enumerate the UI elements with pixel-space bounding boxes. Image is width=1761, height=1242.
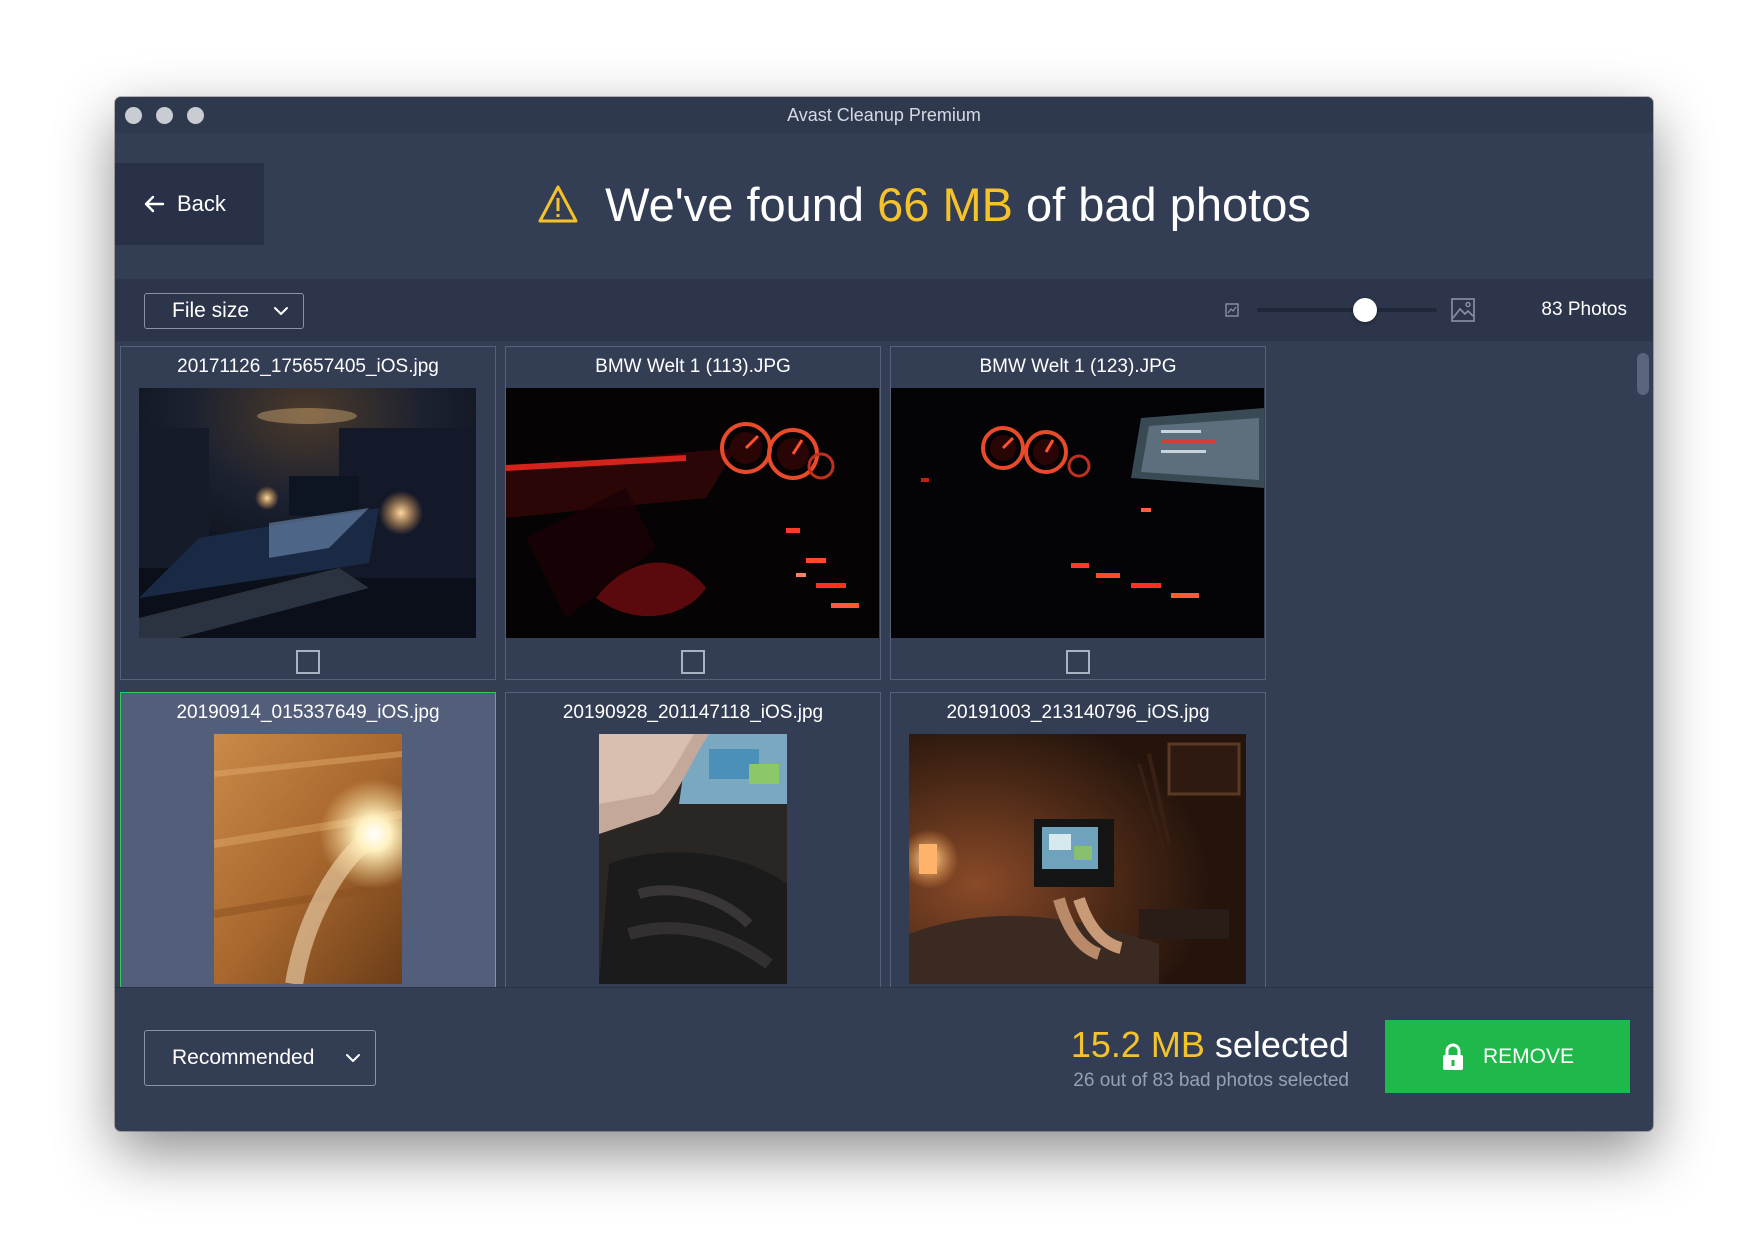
photo-card[interactable]: 20190928_201147118_iOS.jpg	[505, 692, 881, 987]
headline-amount: 66 MB	[877, 177, 1013, 231]
photo-count: 83 Photos	[1541, 299, 1627, 320]
chevron-down-icon	[346, 1054, 360, 1062]
app-window: Avast Cleanup Premium We've found 66 MB …	[115, 97, 1653, 1131]
photo-thumbnail[interactable]	[506, 388, 879, 638]
photo-checkbox[interactable]	[1066, 650, 1090, 674]
selected-amount: 15.2 MB	[1070, 1024, 1205, 1065]
photo-filename: 20171126_175657405_iOS.jpg	[177, 356, 439, 377]
chevron-down-icon	[274, 307, 288, 315]
selected-size: 15.2 MB selected	[1071, 1024, 1349, 1066]
large-thumbnail-icon[interactable]	[1451, 298, 1475, 322]
blurry-light-photo-image	[214, 734, 402, 984]
back-button[interactable]: Back	[115, 163, 264, 245]
close-window-button[interactable]	[125, 107, 142, 124]
photo-thumbnail[interactable]	[599, 734, 787, 984]
photo-filename: 20191003_213140796_iOS.jpg	[946, 702, 1210, 723]
remove-button[interactable]: REMOVE	[1385, 1020, 1630, 1093]
photo-thumbnail[interactable]	[891, 388, 1264, 638]
photo-thumbnail[interactable]	[909, 734, 1246, 984]
photo-thumbnail[interactable]	[214, 734, 402, 984]
photo-card[interactable]: BMW Welt 1 (123).JPG	[890, 346, 1266, 680]
sort-dropdown[interactable]: File size	[144, 293, 304, 329]
bedroom-photo-image	[139, 388, 476, 638]
photo-filename: 20190928_201147118_iOS.jpg	[562, 702, 824, 723]
living-room-photo-image	[909, 734, 1246, 984]
headline-prefix: We've found	[605, 177, 878, 231]
photo-grid: 20171126_175657405_iOS.jpg BMW Welt 1 (1…	[115, 341, 1653, 987]
photo-card[interactable]: 20171126_175657405_iOS.jpg	[120, 346, 496, 680]
selection-mode-label: Recommended	[172, 1046, 315, 1069]
page-headline: We've found 66 MB of bad photos	[115, 163, 1653, 245]
slider-handle[interactable]	[1353, 298, 1377, 322]
photo-checkbox[interactable]	[681, 650, 705, 674]
back-label: Back	[177, 191, 226, 216]
photo-card[interactable]: BMW Welt 1 (113).JPG	[505, 346, 881, 680]
grid-scrollbar[interactable]	[1637, 353, 1649, 395]
car-dashboard-photo-image	[506, 388, 879, 638]
sort-label: File size	[172, 299, 250, 322]
selection-mode-dropdown[interactable]: Recommended	[144, 1030, 376, 1086]
zoom-window-button[interactable]	[187, 107, 204, 124]
title-bar: Avast Cleanup Premium	[115, 97, 1653, 133]
lock-icon	[1442, 1043, 1463, 1070]
minimize-window-button[interactable]	[156, 107, 173, 124]
selected-detail: 26 out of 83 bad photos selected	[1073, 1070, 1349, 1091]
photo-checkbox[interactable]	[296, 650, 320, 674]
photo-card[interactable]: 20190914_015337649_iOS.jpg	[120, 692, 496, 987]
tv-room-photo-image	[599, 734, 787, 984]
car-dashboard-photo-image	[891, 388, 1264, 638]
toolbar: File size 83 Photos	[115, 279, 1653, 341]
slider-fill	[1257, 308, 1365, 312]
photo-filename: BMW Welt 1 (123).JPG	[979, 356, 1177, 377]
remove-label: REMOVE	[1482, 1044, 1574, 1068]
photo-filename: BMW Welt 1 (113).JPG	[595, 356, 791, 377]
footer-bar: Recommended 15.2 MB selected 26 out of 8…	[115, 987, 1653, 1131]
photo-thumbnail[interactable]	[139, 388, 476, 638]
window-title: Avast Cleanup Premium	[787, 105, 981, 125]
photo-filename: 20190914_015337649_iOS.jpg	[176, 702, 440, 723]
thumbnail-size-slider[interactable]	[1257, 298, 1437, 322]
headline-suffix: of bad photos	[1012, 177, 1311, 231]
warning-icon	[538, 185, 578, 223]
arrow-left-icon	[144, 195, 165, 213]
photo-card[interactable]: 20191003_213140796_iOS.jpg	[890, 692, 1266, 987]
small-thumbnail-icon[interactable]	[1225, 303, 1239, 317]
selected-suffix: selected	[1204, 1024, 1349, 1065]
